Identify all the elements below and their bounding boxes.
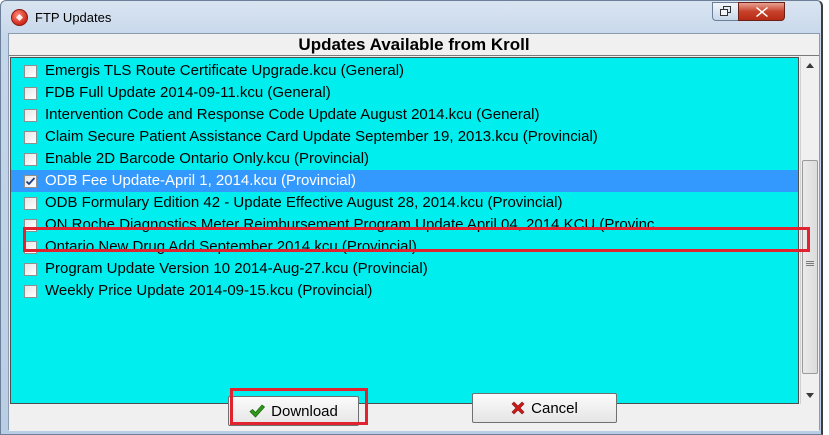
x-icon — [511, 401, 525, 415]
close-button[interactable] — [738, 2, 785, 21]
update-row[interactable]: ON Roche Diagnostics Meter Reimbursement… — [11, 214, 798, 236]
update-label: Enable 2D Barcode Ontario Only.kcu (Prov… — [45, 150, 370, 167]
update-label: Intervention Code and Response Code Upda… — [45, 106, 540, 123]
update-label: ODB Fee Update-April 1, 2014.kcu (Provin… — [45, 172, 356, 189]
update-row[interactable]: ODB Formulary Edition 42 - Update Effect… — [11, 192, 798, 214]
update-checkbox[interactable] — [24, 175, 37, 188]
update-label: Ontario New Drug Add September 2014.kcu … — [45, 238, 417, 255]
cancel-label: Cancel — [531, 399, 578, 417]
dialog-body: Updates Available from Kroll Emergis TLS… — [8, 33, 820, 431]
update-row[interactable]: Intervention Code and Response Code Upda… — [11, 104, 798, 126]
arrow-up-icon — [806, 63, 814, 68]
download-label: Download — [271, 402, 338, 420]
scroll-thumb[interactable] — [802, 160, 818, 374]
update-row[interactable]: ODB Fee Update-April 1, 2014.kcu (Provin… — [11, 170, 798, 192]
update-checkbox[interactable] — [24, 241, 37, 254]
update-checkbox[interactable] — [24, 197, 37, 210]
app-icon — [11, 9, 28, 26]
update-checkbox[interactable] — [24, 153, 37, 166]
scroll-up-button[interactable] — [801, 57, 819, 74]
close-icon — [756, 7, 768, 17]
scroll-down-button[interactable] — [801, 387, 819, 404]
update-row[interactable]: Weekly Price Update 2014-09-15.kcu (Prov… — [11, 280, 798, 302]
update-row[interactable]: Ontario New Drug Add September 2014.kcu … — [11, 236, 798, 258]
update-checkbox[interactable] — [24, 131, 37, 144]
update-checkbox[interactable] — [24, 263, 37, 276]
update-checkbox[interactable] — [24, 285, 37, 298]
update-label: ODB Formulary Edition 42 - Update Effect… — [45, 194, 563, 211]
grip-icon — [806, 261, 814, 266]
checkmark-icon — [25, 177, 36, 186]
updates-list[interactable]: Emergis TLS Route Certificate Upgrade.kc… — [10, 57, 799, 404]
restore-icon — [720, 6, 731, 16]
update-label: Weekly Price Update 2014-09-15.kcu (Prov… — [45, 282, 373, 299]
download-button[interactable]: Download — [228, 396, 359, 426]
update-row[interactable]: Enable 2D Barcode Ontario Only.kcu (Prov… — [11, 148, 798, 170]
update-row[interactable]: Claim Secure Patient Assistance Card Upd… — [11, 126, 798, 148]
vertical-scrollbar[interactable] — [800, 57, 819, 404]
update-label: FDB Full Update 2014-09-11.kcu (General) — [45, 84, 331, 101]
cancel-button[interactable]: Cancel — [472, 393, 617, 423]
update-row[interactable]: Emergis TLS Route Certificate Upgrade.kc… — [11, 60, 798, 82]
update-row[interactable]: Program Update Version 10 2014-Aug-27.kc… — [11, 258, 798, 280]
button-bar — [9, 405, 819, 431]
update-label: Claim Secure Patient Assistance Card Upd… — [45, 128, 598, 145]
arrow-down-icon — [806, 393, 814, 398]
update-label: Emergis TLS Route Certificate Upgrade.kc… — [45, 62, 405, 79]
update-checkbox[interactable] — [24, 109, 37, 122]
title-bar[interactable]: FTP Updates — [1, 1, 821, 33]
checkmark-icon — [249, 404, 266, 418]
window-title: FTP Updates — [35, 10, 112, 25]
updates-header: Updates Available from Kroll — [9, 34, 819, 56]
ftp-updates-window: FTP Updates Updates Available from Kroll… — [0, 0, 823, 435]
restore-button[interactable] — [712, 2, 739, 21]
update-checkbox[interactable] — [24, 87, 37, 100]
update-checkbox[interactable] — [24, 219, 37, 232]
update-label: Program Update Version 10 2014-Aug-27.kc… — [45, 260, 428, 277]
update-label: ON Roche Diagnostics Meter Reimbursement… — [45, 216, 655, 233]
update-checkbox[interactable] — [24, 65, 37, 78]
update-row[interactable]: FDB Full Update 2014-09-11.kcu (General) — [11, 82, 798, 104]
